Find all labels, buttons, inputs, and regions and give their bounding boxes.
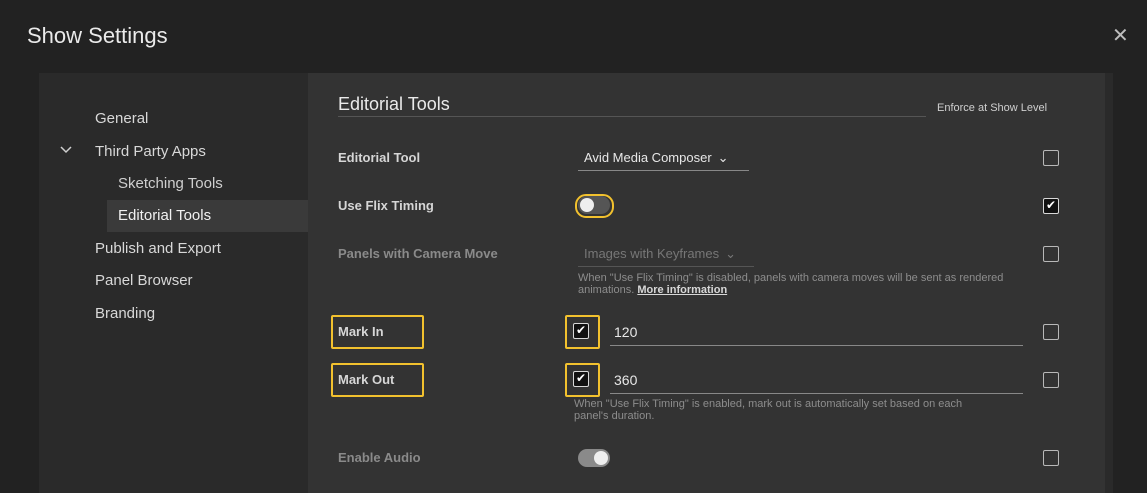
panels-camera-move-value: Images with Keyframes <box>584 246 720 261</box>
mark-out-help: When "Use Flix Timing" is enabled, mark … <box>574 398 1034 422</box>
mark-in-label: Mark In <box>338 324 384 339</box>
mark-in-checkbox[interactable]: ✔ <box>573 323 589 339</box>
editorial-tool-value: Avid Media Composer <box>584 150 712 165</box>
mark-out-input[interactable]: 360 <box>610 372 1023 394</box>
panels-camera-move-select[interactable]: Images with Keyframes ⌄ <box>578 246 754 267</box>
use-flix-timing-toggle[interactable] <box>578 196 610 214</box>
sidebar-item-third-party-apps[interactable]: Third Party Apps <box>95 143 206 160</box>
check-icon: ✔ <box>576 371 587 385</box>
sidebar-item-branding[interactable]: Branding <box>95 305 155 322</box>
help-text-line1: When "Use Flix Timing" is enabled, mark … <box>574 398 963 410</box>
sidebar-item-general[interactable]: General <box>95 110 148 127</box>
toggle-knob <box>580 198 594 212</box>
sidebar-item-publish-and-export[interactable]: Publish and Export <box>95 240 221 257</box>
more-information-link[interactable]: More information <box>637 284 727 296</box>
panels-camera-move-label: Panels with Camera Move <box>338 246 498 261</box>
panels-camera-move-enforce-checkbox[interactable] <box>1043 246 1059 262</box>
toggle-knob <box>594 451 608 465</box>
editorial-tool-enforce-checkbox[interactable] <box>1043 150 1059 166</box>
dialog-title: Show Settings <box>27 23 168 48</box>
close-icon[interactable]: ✕ <box>1112 26 1129 46</box>
enable-audio-toggle[interactable] <box>578 449 610 467</box>
sidebar-item-panel-browser[interactable]: Panel Browser <box>95 272 193 289</box>
enforce-column-header: Enforce at Show Level <box>937 102 1048 114</box>
use-flix-timing-enforce-checkbox[interactable]: ✔ <box>1043 198 1059 214</box>
use-flix-timing-label: Use Flix Timing <box>338 198 434 213</box>
help-text-line2: animations. <box>578 284 635 296</box>
enable-audio-label: Enable Audio <box>338 450 421 465</box>
sidebar-item-editorial-tools[interactable]: Editorial Tools <box>118 207 211 224</box>
section-divider <box>338 116 926 117</box>
help-text-line2: panel's duration. <box>574 410 655 422</box>
scrollbar[interactable] <box>1105 73 1113 493</box>
editorial-tool-select[interactable]: Avid Media Composer ⌄ <box>578 150 749 171</box>
show-settings-dialog: Show Settings ✕ General Third Party Apps… <box>0 0 1147 493</box>
panels-camera-move-help: When "Use Flix Timing" is disabled, pane… <box>578 272 1048 296</box>
mark-in-enforce-checkbox[interactable] <box>1043 324 1059 340</box>
check-icon: ✔ <box>576 323 587 337</box>
help-text-line1: When "Use Flix Timing" is disabled, pane… <box>578 272 1004 284</box>
mark-out-enforce-checkbox[interactable] <box>1043 372 1059 388</box>
chevron-down-icon: ⌄ <box>717 150 729 165</box>
chevron-down-icon[interactable] <box>60 144 72 156</box>
chevron-down-icon: ⌄ <box>725 246 737 261</box>
mark-in-input[interactable]: 120 <box>610 324 1023 346</box>
check-icon: ✔ <box>1046 198 1057 212</box>
sidebar-item-sketching-tools[interactable]: Sketching Tools <box>118 175 223 192</box>
mark-out-label: Mark Out <box>338 372 395 387</box>
enable-audio-enforce-checkbox[interactable] <box>1043 450 1059 466</box>
mark-out-checkbox[interactable]: ✔ <box>573 371 589 387</box>
section-title: Editorial Tools <box>338 94 450 114</box>
editorial-tool-label: Editorial Tool <box>338 150 421 165</box>
